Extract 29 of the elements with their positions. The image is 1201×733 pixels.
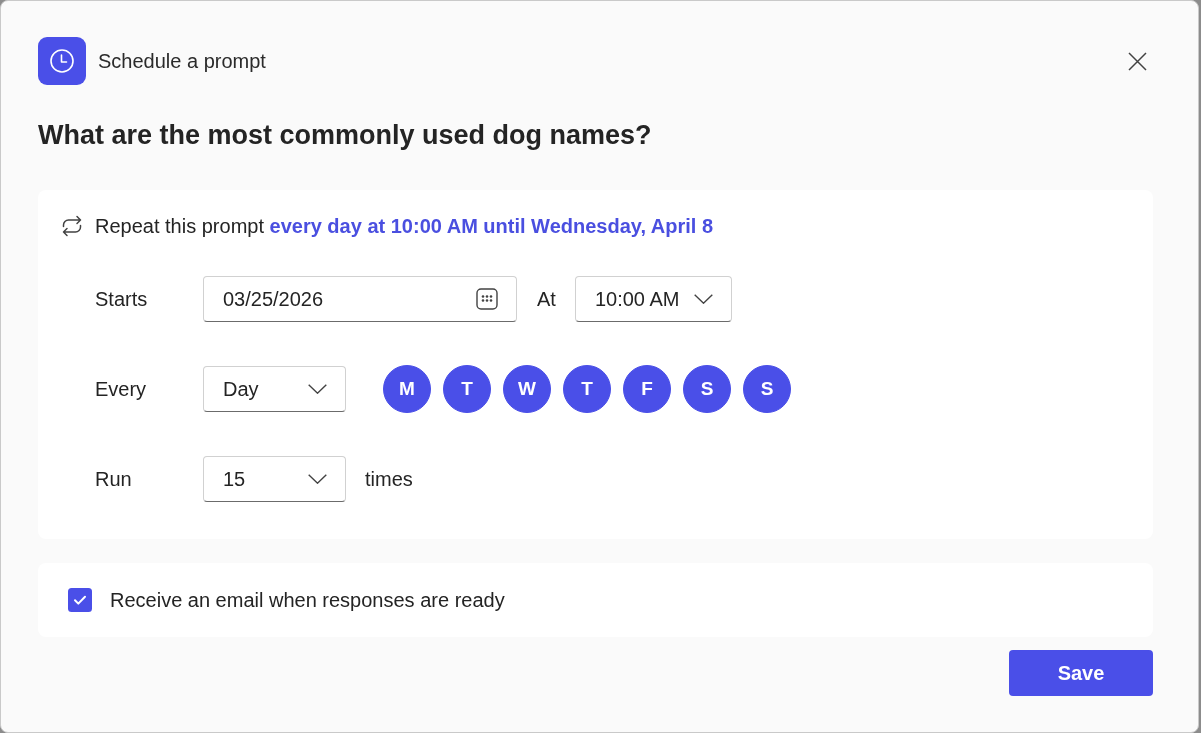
weekday-toggle[interactable]: W [503, 365, 551, 413]
prompt-question: What are the most commonly used dog names? [38, 119, 653, 151]
email-option-label: Receive an email when responses are ready [110, 588, 505, 612]
every-label: Every [95, 377, 148, 401]
weekday-toggle[interactable]: S [743, 365, 791, 413]
date-field[interactable]: 03/25/2026 [203, 276, 517, 322]
starts-label: Starts [95, 287, 149, 311]
run-count-dropdown[interactable]: 15 [203, 456, 346, 502]
repeat-summary: Repeat this prompt every day at 10:00 AM until Wednesday, April 8 [95, 214, 714, 238]
dialog-title: Schedule a prompt [98, 49, 266, 73]
chevron-down-icon [308, 384, 327, 394]
chevron-down-icon [693, 294, 713, 304]
weekday-toggle[interactable]: F [623, 365, 671, 413]
times-label: times [365, 467, 413, 491]
weekday-toggle[interactable]: T [563, 365, 611, 413]
repeat-icon [60, 214, 84, 238]
save-button[interactable]: Save [1009, 650, 1153, 696]
weekday-toggle[interactable]: S [683, 365, 731, 413]
clock-icon [38, 37, 86, 85]
chevron-down-icon [308, 474, 327, 484]
weekday-toggle[interactable]: T [443, 365, 491, 413]
calendar-icon [476, 288, 498, 310]
close-icon[interactable] [1128, 51, 1147, 71]
at-label: At [537, 287, 556, 311]
run-label: Run [95, 467, 133, 491]
time-dropdown[interactable]: 10:00 AM [574, 276, 732, 322]
checkbox[interactable] [68, 588, 92, 612]
frequency-dropdown[interactable]: Day [203, 366, 346, 412]
weekday-toggle[interactable]: M [383, 365, 431, 413]
